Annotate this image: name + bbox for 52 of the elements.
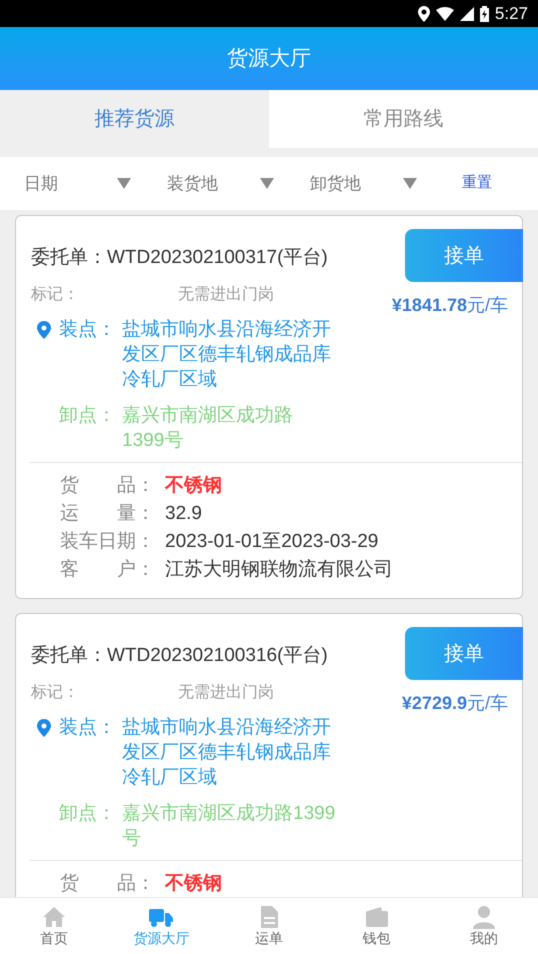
unload-address: 嘉兴市南湖区成功路1399号 [122, 404, 294, 453]
remark-label: 标记： [31, 683, 80, 703]
detail-label: 客 户： [60, 558, 156, 582]
person-icon [471, 905, 498, 929]
detail-value: 江苏大明钢联物流有限公司 [165, 558, 393, 582]
price: ¥1841.78元/车 [392, 294, 508, 317]
nav-tab[interactable]: 我的 [430, 898, 538, 954]
nav-tab[interactable]: 运单 [215, 898, 323, 954]
detail-label: 运 量： [60, 502, 156, 526]
location-icon [418, 6, 430, 22]
location-pin-icon [37, 321, 51, 339]
status-time: 5:27 [494, 2, 528, 25]
accept-button[interactable]: 接单 [405, 229, 523, 282]
load-address: 盐城市响水县沿海经济开发区厂区德丰轧钢成品库冷轧厂区域 [122, 318, 332, 392]
unload-label: 卸点： [59, 404, 117, 428]
load-address: 盐城市响水县沿海经济开发区厂区德丰轧钢成品库冷轧厂区域 [122, 716, 332, 790]
load-label: 装点： [59, 716, 117, 740]
filter-dropdown[interactable]: 日期 [0, 170, 143, 196]
order-title: 委托单：WTD202302100317(平台) [31, 246, 328, 270]
battery-icon [480, 6, 489, 22]
detail-value: 不锈钢 [165, 872, 222, 896]
detail-label: 装车日期： [60, 530, 156, 554]
detail-value: 2023-01-01至2023-03-29 [165, 530, 378, 554]
price: ¥2729.9元/车 [402, 692, 508, 715]
signal-icon [460, 6, 474, 20]
filter-dropdown[interactable]: 卸货地 [286, 170, 429, 196]
wallet-icon [364, 905, 390, 929]
wifi-icon [436, 6, 454, 20]
house-icon [40, 905, 67, 929]
dropdown-arrow-icon [260, 178, 274, 189]
load-label: 装点： [59, 318, 117, 342]
filter-dropdown[interactable]: 装货地 [143, 170, 286, 196]
remark-label: 标记： [31, 285, 80, 305]
unload-address: 嘉兴市南湖区成功路1399号 [122, 802, 336, 851]
dropdown-arrow-icon [117, 178, 131, 189]
nav-tab[interactable]: 钱包 [322, 898, 430, 954]
detail-label: 货 品： [60, 474, 156, 498]
detail-label: 货 品： [60, 872, 156, 896]
tab[interactable]: 常用路线 [269, 90, 538, 148]
nav-tab[interactable]: 首页 [0, 898, 108, 954]
detail-value: 32.9 [165, 502, 202, 526]
remark-value: 无需进出门岗 [178, 682, 274, 703]
page-title: 货源大厅 [227, 46, 311, 72]
accept-button[interactable]: 接单 [405, 627, 523, 680]
reset-link[interactable]: 重置 [462, 172, 492, 195]
nav-tab[interactable]: 货源大厅 [108, 898, 216, 954]
detail-value: 不锈钢 [165, 474, 222, 498]
remark-value: 无需进出门岗 [178, 284, 274, 305]
dropdown-arrow-icon [403, 178, 417, 189]
location-pin-icon [37, 719, 51, 737]
order-title: 委托单：WTD202302100316(平台) [31, 644, 328, 668]
unload-label: 卸点： [59, 802, 117, 826]
